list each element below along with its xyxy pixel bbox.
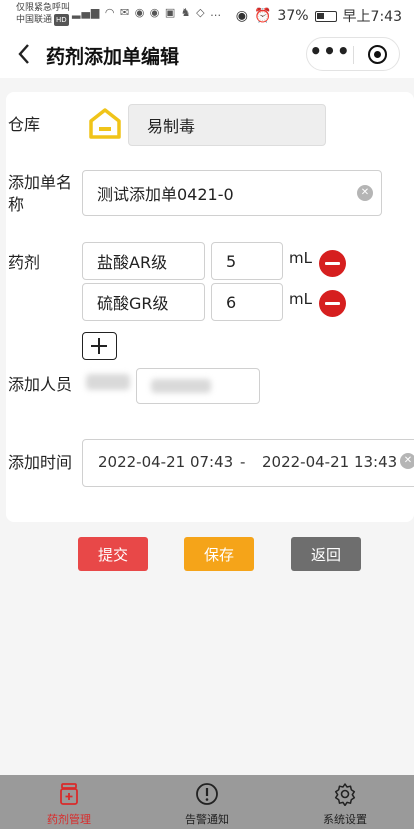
remove-reagent-button[interactable] bbox=[319, 250, 346, 277]
alarm-icon: ⏰ bbox=[253, 8, 272, 24]
name-input[interactable]: 测试添加单0421-0 bbox=[82, 170, 382, 216]
eye-icon: ◉ bbox=[235, 8, 248, 24]
submit-button[interactable]: 提交 bbox=[78, 537, 148, 571]
chevron-left-icon bbox=[18, 44, 29, 64]
minus-icon bbox=[325, 262, 340, 265]
time-start: 2022-04-21 07:43 bbox=[98, 453, 234, 471]
time-label: 添加时间 bbox=[8, 453, 73, 472]
reagent-qty-value: 6 bbox=[226, 292, 237, 312]
tab-bar: 药剂管理 告警通知 系统设置 bbox=[0, 775, 414, 829]
reagent-qty-input[interactable]: 6 bbox=[211, 283, 283, 321]
tab-label: 药剂管理 bbox=[47, 813, 91, 826]
name-input-value: 测试添加单0421-0 bbox=[97, 185, 234, 204]
alert-circle-icon bbox=[196, 783, 218, 805]
tab-label: 系统设置 bbox=[323, 813, 367, 826]
staff-input[interactable] bbox=[136, 368, 260, 404]
staff-label: 添加人员 bbox=[8, 375, 73, 394]
target-icon bbox=[373, 50, 381, 58]
warehouse-icon bbox=[89, 108, 121, 139]
gear-icon bbox=[334, 783, 356, 806]
reagent-unit: mL bbox=[289, 290, 312, 308]
clear-time-icon[interactable]: ✕ bbox=[400, 453, 414, 469]
reagent-name-input[interactable]: 盐酸AR级 bbox=[82, 242, 205, 280]
capsule-divider bbox=[353, 46, 354, 64]
medicine-icon bbox=[60, 783, 78, 805]
carrier-info: 仅限紧急呼叫 中国联通 HD bbox=[16, 2, 70, 26]
carrier-line2: 中国联通 bbox=[16, 15, 53, 25]
tab-label: 告警通知 bbox=[185, 813, 229, 826]
battery-icon bbox=[314, 10, 337, 22]
form-card: 仓库 易制毒 添加单名 称 测试添加单0421-0 ✕ 药剂 盐酸AR级 5 m… bbox=[6, 92, 414, 522]
close-mini-program-button[interactable] bbox=[368, 45, 387, 64]
nav-bar: 药剂添加单编辑 ••• bbox=[0, 30, 414, 78]
reagent-qty-input[interactable]: 5 bbox=[211, 242, 283, 280]
redacted-staff-name bbox=[151, 379, 211, 393]
reagent-label: 药剂 bbox=[8, 253, 41, 272]
remove-reagent-button[interactable] bbox=[319, 290, 346, 317]
status-icons: ▂▄▆ ◠ ✉ ◉ ◉ ▣ ♞ ◇ … bbox=[72, 6, 222, 19]
reagent-name-value: 硫酸GR级 bbox=[97, 294, 169, 313]
battery-percent: 37% bbox=[277, 8, 309, 24]
page-title: 药剂添加单编辑 bbox=[46, 46, 180, 68]
warehouse-field: 易制毒 bbox=[128, 104, 326, 146]
status-right: ◉ ⏰ 37% 早上7:43 bbox=[236, 6, 402, 26]
reagent-unit: mL bbox=[289, 249, 312, 267]
tab-alerts[interactable]: 告警通知 bbox=[138, 775, 276, 829]
add-reagent-button[interactable] bbox=[82, 332, 117, 360]
hd-badge: HD bbox=[54, 14, 69, 26]
clock: 早上7:43 bbox=[342, 9, 402, 25]
name-label-line1: 添加单名 bbox=[8, 173, 73, 192]
more-button[interactable]: ••• bbox=[307, 38, 353, 70]
reagent-name-value: 盐酸AR级 bbox=[97, 253, 168, 272]
notification-icons: ✉ ◉ ◉ ▣ ♞ ◇ … bbox=[120, 6, 223, 19]
time-range-picker[interactable]: 2022-04-21 07:43 - 2022-04-21 13:43 bbox=[82, 439, 414, 487]
save-button[interactable]: 保存 bbox=[184, 537, 254, 571]
reagent-qty-value: 5 bbox=[226, 251, 237, 271]
minus-icon bbox=[325, 302, 340, 305]
wifi-icon: ◠ bbox=[104, 6, 116, 19]
tab-medicine[interactable]: 药剂管理 bbox=[0, 775, 138, 829]
back-button[interactable] bbox=[10, 40, 38, 68]
reagent-name-input[interactable]: 硫酸GR级 bbox=[82, 283, 205, 321]
name-label-line2: 称 bbox=[8, 195, 25, 214]
name-label: 添加单名 称 bbox=[8, 172, 72, 216]
clear-icon[interactable]: ✕ bbox=[357, 185, 373, 201]
warehouse-label: 仓库 bbox=[8, 115, 41, 134]
time-separator: - bbox=[240, 453, 246, 471]
signal-icon: ▂▄▆ bbox=[72, 6, 101, 19]
tab-settings[interactable]: 系统设置 bbox=[276, 775, 414, 829]
status-bar: 仅限紧急呼叫 中国联通 HD ▂▄▆ ◠ ✉ ◉ ◉ ▣ ♞ ◇ … ◉ ⏰ 37… bbox=[0, 0, 414, 30]
redacted-staff-avatar bbox=[86, 374, 130, 390]
more-icon: ••• bbox=[309, 39, 351, 63]
time-end: 2022-04-21 13:43 bbox=[262, 453, 398, 471]
warehouse-value: 易制毒 bbox=[147, 117, 196, 136]
carrier-line1: 仅限紧急呼叫 bbox=[16, 3, 71, 13]
return-button[interactable]: 返回 bbox=[291, 537, 361, 571]
mini-program-capsule: ••• bbox=[306, 37, 400, 71]
